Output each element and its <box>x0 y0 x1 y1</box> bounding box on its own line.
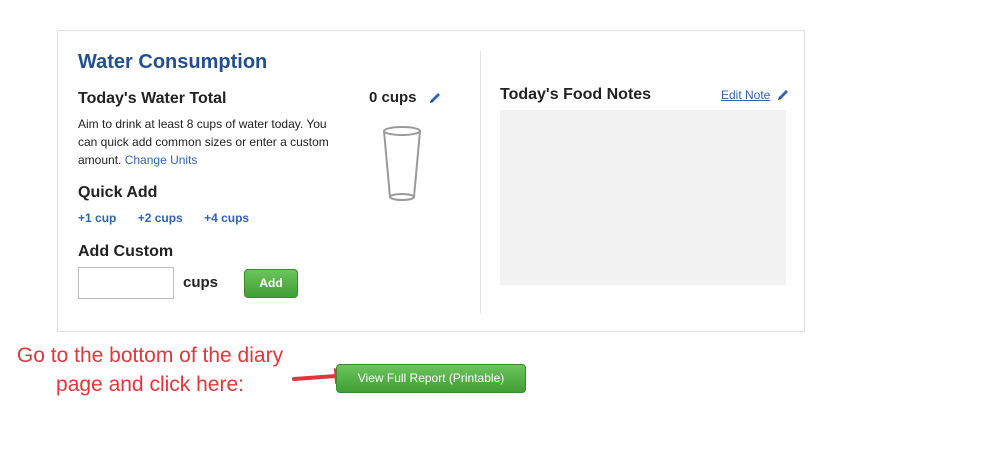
quick-add-2-cups[interactable]: +2 cups <box>138 211 183 225</box>
add-button[interactable]: Add <box>244 269 298 298</box>
view-full-report-button[interactable]: View Full Report (Printable) <box>336 364 526 393</box>
water-consumption-panel: Water Consumption Today's Water Total 0 … <box>57 30 805 332</box>
quick-add-1-cup[interactable]: +1 cup <box>78 211 116 225</box>
food-notes-title: Today's Food Notes <box>500 86 652 103</box>
add-custom-label: Add Custom <box>78 243 174 260</box>
edit-note-link[interactable]: Edit Note <box>721 88 770 102</box>
instruction-annotation: Go to the bottom of the diary page and c… <box>16 344 284 396</box>
change-units-link[interactable]: Change Units <box>125 153 198 167</box>
pencil-icon[interactable] <box>776 88 790 102</box>
quick-add-4-cups[interactable]: +4 cups <box>204 211 249 225</box>
quick-add-options: +1 cup +2 cups +4 cups <box>78 211 267 225</box>
water-total-label: Today's Water Total <box>78 90 227 107</box>
food-notes-box <box>500 110 786 285</box>
water-total-value: 0 cups <box>369 89 417 106</box>
water-title: Water Consumption <box>78 51 268 73</box>
custom-unit-label: cups <box>183 274 219 291</box>
water-description: Aim to drink at least 8 cups of water to… <box>78 115 338 169</box>
water-glass-icon <box>383 126 421 201</box>
pencil-icon[interactable] <box>428 91 442 105</box>
divider <box>480 51 481 313</box>
water-description-text: Aim to drink at least 8 cups of water to… <box>78 117 329 167</box>
quick-add-label: Quick Add <box>78 184 158 201</box>
custom-amount-input[interactable] <box>78 267 174 299</box>
